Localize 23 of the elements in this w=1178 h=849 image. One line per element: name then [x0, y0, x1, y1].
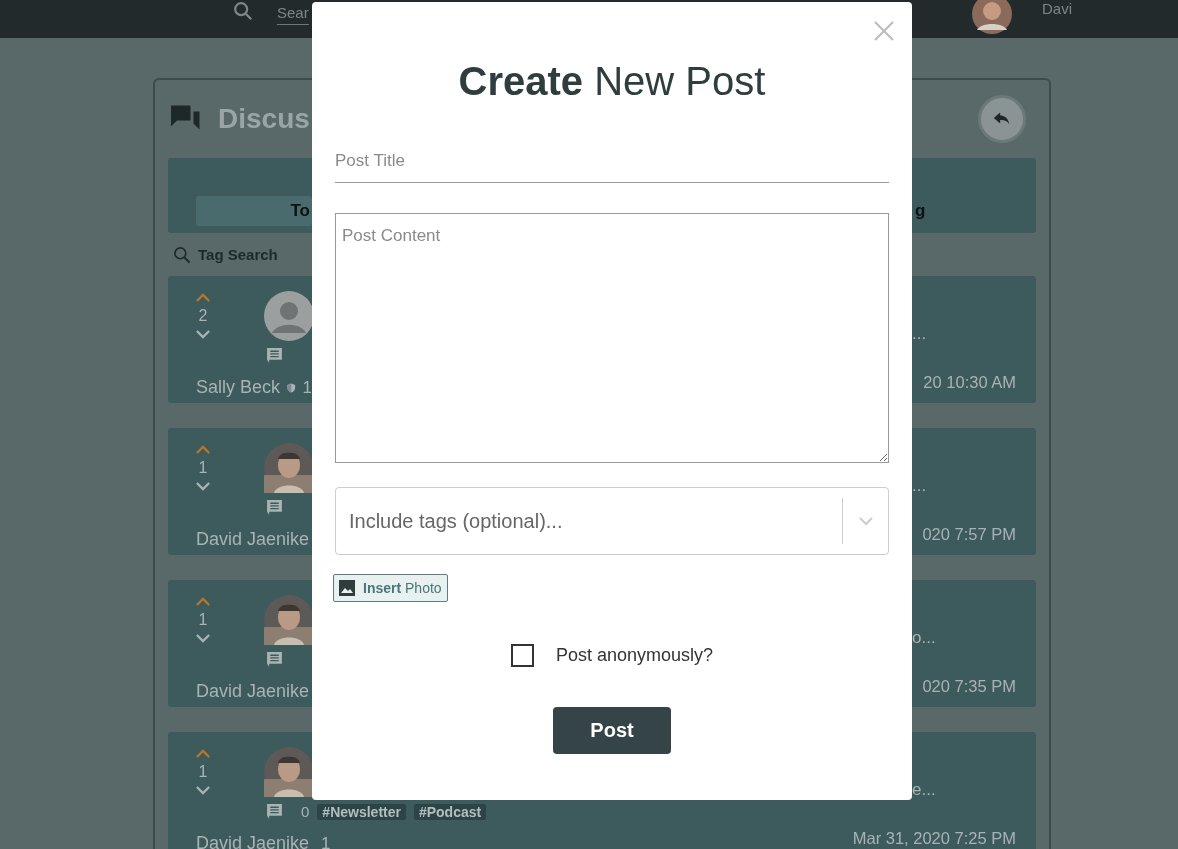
post-date: 020 7:35 PM: [922, 677, 1016, 696]
checkbox-label: Post anonymously?: [555, 645, 714, 666]
post-excerpt: e...: [912, 780, 936, 800]
author-name: David Jaenike: [196, 529, 310, 550]
post-date: Mar 31, 2020 7:25 PM: [852, 829, 1016, 848]
post-date: 20 10:30 AM: [923, 373, 1016, 392]
reputation-count: 1: [302, 377, 312, 398]
vote-count: 2: [198, 307, 208, 325]
post-excerpt: o...: [912, 628, 936, 648]
reputation-count: 1: [321, 833, 331, 849]
post-excerpt: ...: [912, 476, 927, 496]
post-excerpt: ...: [912, 324, 927, 344]
author-name: David Jaenike: [196, 833, 310, 849]
vote-count: 1: [198, 611, 208, 629]
comment-count: 0: [301, 803, 310, 820]
vote-count: 1: [198, 459, 208, 477]
user-name: Davi: [1042, 0, 1072, 17]
author-name: Sally Beck: [196, 377, 281, 398]
dialog-title: Create New Post: [457, 58, 767, 104]
panel-title: Discus: [218, 103, 310, 135]
vote-count: 1: [198, 763, 208, 781]
author-name: David Jaenike: [196, 681, 310, 702]
post-date: 020 7:57 PM: [922, 525, 1016, 544]
